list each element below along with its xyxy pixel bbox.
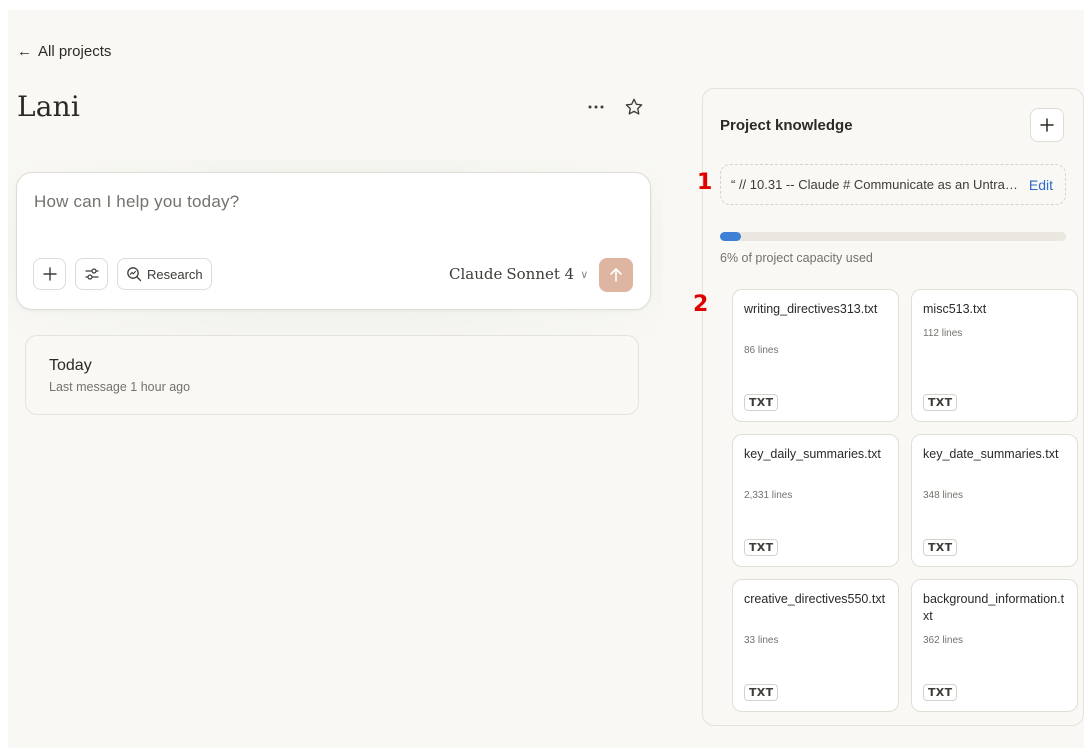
capacity-bar-fill — [720, 232, 741, 241]
file-type-badge: TXT — [923, 394, 958, 411]
add-knowledge-button[interactable] — [1030, 108, 1064, 142]
file-name: key_date_summaries.txt — [923, 447, 1059, 461]
file-line-count: 348 lines — [923, 490, 964, 501]
model-selector[interactable]: Claude Sonnet 4 ∨ — [449, 265, 588, 283]
capacity-text: 6% of project capacity used — [720, 251, 873, 265]
file-name: misc513.txt — [923, 302, 987, 316]
project-instructions[interactable]: “ // 10.31 -- Claude # Communicate as an… — [720, 164, 1066, 205]
model-brand: Claude — [449, 265, 503, 283]
project-knowledge-title: Project knowledge — [720, 117, 853, 134]
instructions-preview: “ // 10.31 -- Claude # Communicate as an… — [731, 177, 1021, 192]
edit-instructions-link[interactable]: Edit — [1029, 177, 1053, 193]
arrow-up-icon — [610, 268, 622, 282]
research-icon — [127, 267, 142, 282]
file-type-badge: TXT — [744, 394, 779, 411]
plus-icon — [42, 267, 57, 281]
back-arrow-icon: ← — [17, 43, 32, 60]
chat-composer: How can I help you today? Research Claud… — [16, 172, 651, 310]
file-line-count: 2,331 lines — [744, 490, 793, 501]
chevron-down-icon: ∨ — [580, 267, 589, 281]
file-card[interactable]: creative_directives550.txt 33 lines TXT — [732, 579, 899, 712]
research-button[interactable]: Research — [117, 258, 212, 290]
file-card[interactable]: key_daily_summaries.txt 2,331 lines TXT — [732, 434, 899, 567]
research-label: Research — [147, 266, 203, 282]
chat-title: Today — [49, 357, 92, 374]
send-button[interactable] — [599, 258, 633, 292]
tools-settings-button[interactable] — [75, 258, 108, 290]
file-card[interactable]: misc513.txt 112 lines TXT — [911, 289, 1078, 422]
file-line-count: 362 lines — [923, 635, 964, 646]
file-name: key_daily_summaries.txt — [744, 447, 881, 461]
file-card[interactable]: background_information.txt 362 lines TXT — [911, 579, 1078, 712]
composer-tools: Research — [33, 258, 212, 290]
add-attachment-button[interactable] — [33, 258, 66, 290]
file-line-count: 112 lines — [923, 328, 963, 339]
sliders-icon — [84, 268, 99, 280]
file-type-badge: TXT — [744, 684, 779, 701]
file-line-count: 86 lines — [744, 345, 779, 356]
file-card[interactable]: writing_directives313.txt 86 lines TXT — [732, 289, 899, 422]
chat-last-message-time: Last message 1 hour ago — [49, 380, 191, 394]
annotation-marker-1: 1 — [697, 170, 713, 195]
chat-list-item[interactable]: Today Last message 1 hour ago — [25, 335, 639, 415]
file-name: background_information.txt — [923, 592, 1065, 623]
file-type-badge: TXT — [923, 684, 958, 701]
annotation-marker-2: 2 — [693, 292, 709, 317]
file-line-count: 33 lines — [744, 635, 779, 646]
more-options-button[interactable] — [584, 95, 608, 119]
star-icon — [625, 98, 643, 115]
capacity-bar — [720, 232, 1066, 241]
back-to-projects-link[interactable]: ← All projects — [17, 43, 111, 60]
plus-icon — [1040, 118, 1054, 132]
file-type-badge: TXT — [923, 539, 958, 556]
ellipsis-icon — [588, 105, 604, 109]
favorite-button[interactable] — [622, 95, 646, 119]
file-name: creative_directives550.txt — [744, 592, 886, 606]
title-actions — [584, 95, 646, 119]
message-input[interactable]: How can I help you today? — [34, 192, 239, 212]
project-title: Lani — [17, 90, 81, 123]
file-name: writing_directives313.txt — [744, 302, 878, 316]
file-type-badge: TXT — [744, 539, 779, 556]
project-knowledge-panel: Project knowledge 1 “ // 10.31 -- Claude… — [693, 88, 1084, 726]
file-card[interactable]: key_date_summaries.txt 348 lines TXT — [911, 434, 1078, 567]
back-link-label: All projects — [38, 43, 112, 60]
project-page: ← All projects Lani How can I help you t… — [8, 10, 1084, 748]
model-name: Sonnet 4 — [506, 265, 575, 283]
knowledge-file-grid: writing_directives313.txt 86 lines TXT m… — [732, 289, 1078, 712]
